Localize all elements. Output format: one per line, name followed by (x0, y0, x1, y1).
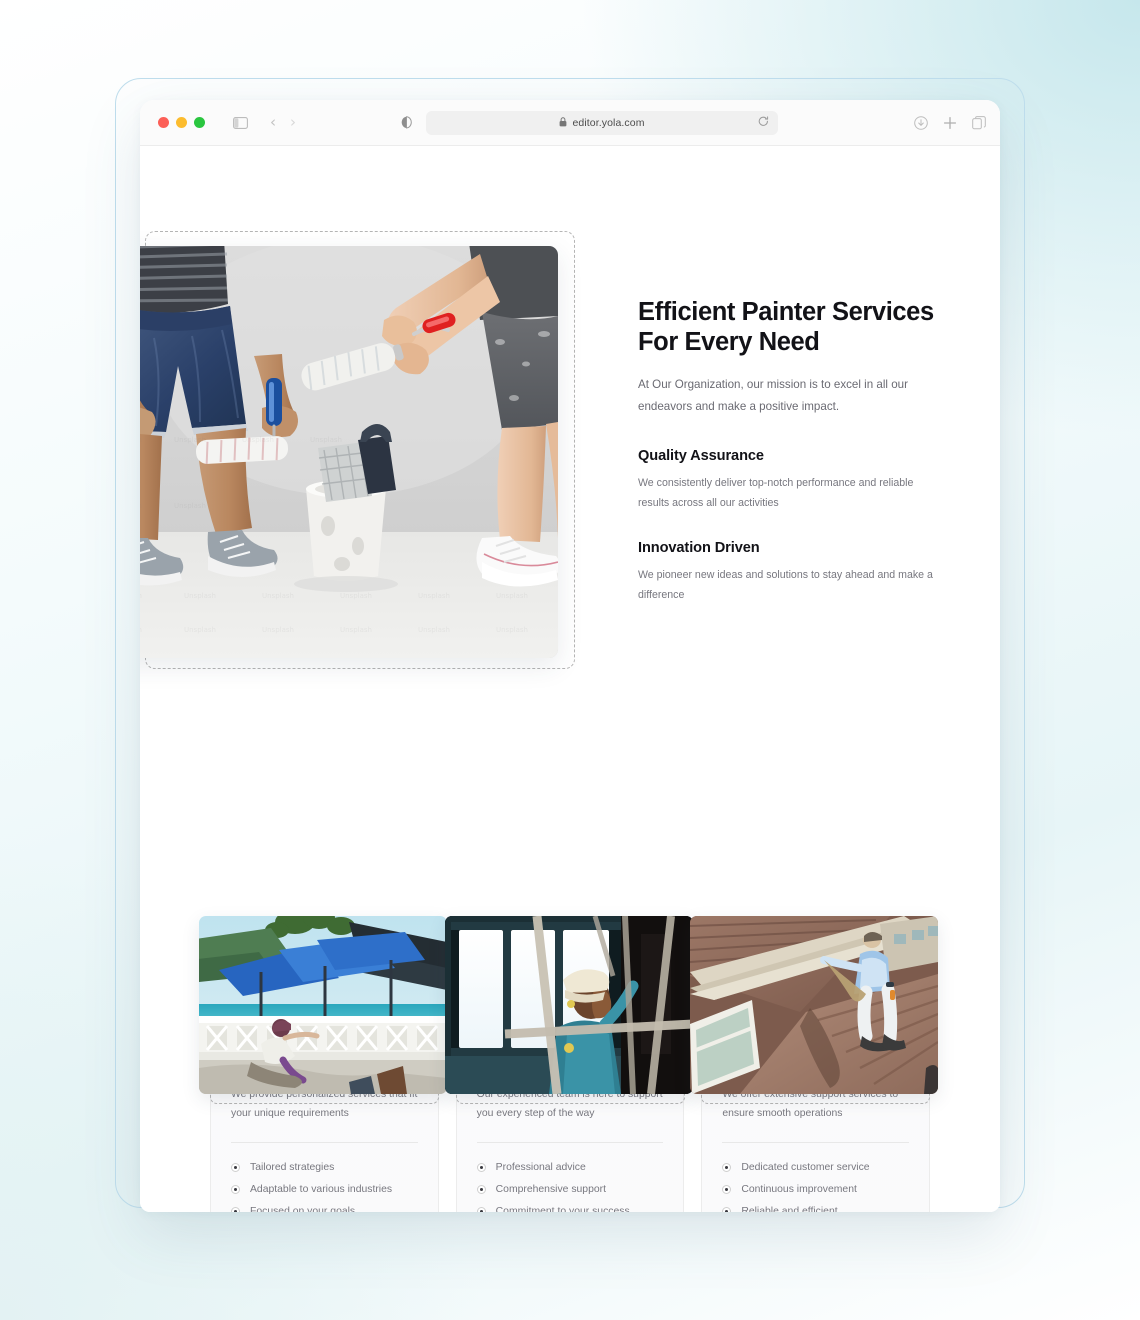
svg-text:Unsplash: Unsplash (418, 592, 450, 600)
service-cards-row: Custom Solutions We provide personalized… (199, 916, 939, 1212)
svg-text:Unsplash: Unsplash (496, 592, 528, 600)
card-feature-list: Dedicated customer service Continuous im… (722, 1157, 909, 1212)
browser-window: ‹ › editor.yola.com Unsplash Unsplash Un… (140, 100, 1000, 1212)
close-window-button[interactable] (158, 117, 169, 128)
address-bar[interactable]: editor.yola.com (426, 110, 778, 135)
card-divider (722, 1141, 910, 1143)
list-item: Adaptable to various industries (231, 1179, 418, 1201)
svg-text:Unsplash: Unsplash (140, 592, 142, 600)
card-feature-list: Professional advice Comprehensive suppor… (476, 1157, 664, 1212)
card-divider (476, 1141, 664, 1143)
bullet-icon (722, 1207, 732, 1212)
window-traffic-lights (158, 117, 205, 128)
feature-innovation-driven: Innovation Driven We pioneer new ideas a… (638, 540, 934, 605)
hero-subtitle: At Our Organization, our mission is to e… (638, 377, 908, 413)
back-button[interactable]: ‹ (270, 115, 276, 130)
svg-text:Unsplash: Unsplash (262, 592, 294, 600)
list-item-label: Adaptable to various industries (250, 1184, 393, 1195)
bullet-icon (476, 1185, 486, 1194)
svg-text:Unsplash: Unsplash (184, 626, 216, 634)
sidebar-toggle-icon[interactable] (233, 116, 248, 129)
list-item: Commitment to your success (476, 1201, 664, 1212)
svg-text:Unsplash: Unsplash (310, 436, 342, 444)
service-card: Expert Guidance Our experienced team is … (444, 916, 693, 1212)
hero-image[interactable]: Unsplash Unsplash Unsplash Unsplash Unspla… (140, 246, 558, 658)
reload-icon[interactable] (758, 115, 769, 130)
svg-text:Unsplash: Unsplash (496, 626, 528, 634)
url-text: editor.yola.com (572, 116, 645, 129)
feature-quality-assurance: Quality Assurance We consistently delive… (638, 448, 934, 513)
svg-text:Unsplash: Unsplash (140, 436, 142, 444)
svg-text:Unsplash: Unsplash (418, 626, 450, 634)
list-item: Continuous improvement (722, 1179, 909, 1201)
list-item-label: Tailored strategies (250, 1162, 335, 1173)
list-item-label: Comprehensive support (495, 1184, 606, 1195)
feature-title: Quality Assurance (638, 448, 764, 465)
bullet-icon (231, 1207, 240, 1212)
list-item: Comprehensive support (476, 1179, 664, 1201)
service-card: Custom Solutions We provide personalized… (199, 916, 447, 1212)
svg-text:Unsplash: Unsplash (242, 436, 274, 444)
list-item: Focused on your goals (231, 1201, 418, 1212)
svg-text:Unsplash: Unsplash (262, 626, 294, 634)
list-item-label: Professional advice (495, 1162, 586, 1173)
svg-text:Unsplash: Unsplash (140, 626, 142, 634)
tab-overview-icon[interactable] (972, 115, 986, 130)
list-item-label: Dedicated customer service (741, 1162, 870, 1173)
svg-text:Unsplash: Unsplash (140, 502, 142, 510)
list-item: Tailored strategies (231, 1157, 418, 1179)
feature-body: We pioneer new ideas and solutions to st… (638, 569, 933, 601)
chrome-right-actions (914, 115, 986, 130)
site-canvas: Unsplash Unsplash Unsplash Unsplash Unspla… (140, 146, 1000, 1212)
card-image[interactable] (690, 916, 939, 1094)
bullet-icon (231, 1163, 240, 1172)
list-item-label: Focused on your goals (250, 1206, 356, 1212)
card-divider (231, 1141, 418, 1143)
card-feature-list: Tailored strategies Adaptable to various… (231, 1157, 418, 1212)
download-icon[interactable] (914, 115, 928, 130)
feature-body: We consistently deliver top-notch perfor… (638, 477, 914, 509)
bullet-icon (231, 1185, 240, 1194)
list-item-label: Continuous improvement (741, 1184, 857, 1195)
svg-text:Unsplash: Unsplash (340, 626, 372, 634)
list-item-label: Commitment to your success (495, 1206, 630, 1212)
lock-icon (559, 116, 567, 129)
bullet-icon (476, 1163, 486, 1172)
card-image[interactable] (199, 916, 447, 1094)
minimize-window-button[interactable] (176, 117, 187, 128)
list-item-label: Reliable and efficient (741, 1206, 838, 1212)
maximize-window-button[interactable] (194, 117, 205, 128)
list-item: Reliable and efficient (722, 1201, 909, 1212)
svg-text:Unsplash: Unsplash (174, 436, 206, 444)
svg-text:Unsplash: Unsplash (184, 592, 216, 600)
reader-view-icon[interactable] (401, 116, 412, 129)
svg-text:Unsplash: Unsplash (340, 592, 372, 600)
new-tab-icon[interactable] (943, 116, 957, 130)
browser-chrome-bar: ‹ › editor.yola.com (140, 100, 1000, 146)
list-item: Dedicated customer service (722, 1157, 909, 1179)
card-image[interactable] (444, 916, 693, 1094)
address-bar-content: editor.yola.com (559, 117, 644, 129)
forward-button[interactable]: › (290, 115, 296, 130)
hero-title: Efficient Painter Services For Every Nee… (638, 298, 934, 356)
bullet-icon (722, 1163, 732, 1172)
bullet-icon (722, 1185, 732, 1194)
service-card: Comprehensive Support We offer extensive… (690, 916, 939, 1212)
svg-text:Unsplash: Unsplash (174, 502, 206, 510)
bullet-icon (476, 1207, 486, 1212)
list-item: Professional advice (476, 1157, 664, 1179)
hero-text-block: Efficient Painter Services For Every Nee… (638, 298, 934, 606)
navigation-buttons: ‹ › (270, 115, 296, 130)
feature-title: Innovation Driven (638, 540, 760, 557)
